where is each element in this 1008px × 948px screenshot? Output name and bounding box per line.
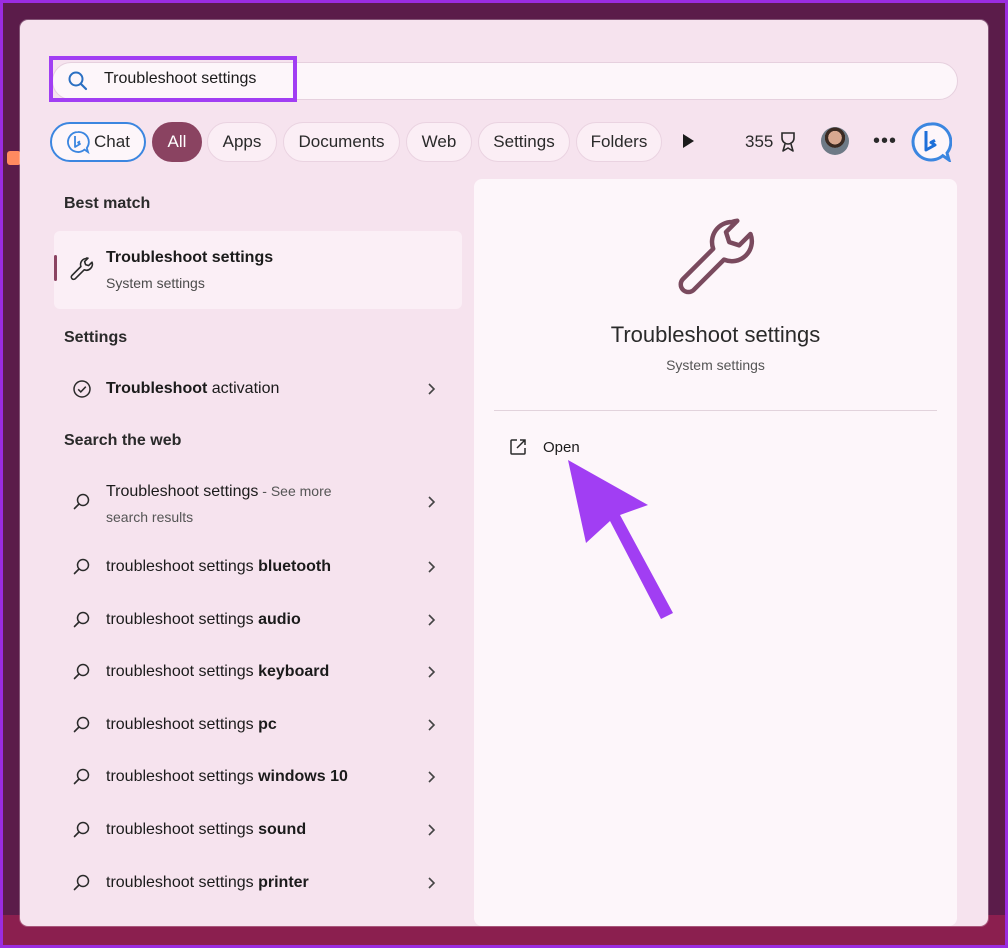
filter-apps-button[interactable]: Apps (207, 122, 277, 162)
web-suggestion-item[interactable]: troubleshoot settings bluetooth (54, 545, 462, 589)
open-action-button[interactable]: Open (543, 439, 580, 456)
filter-apps-label: Apps (222, 132, 262, 151)
web-suggestion-label: troubleshoot settings windows 10 (106, 768, 348, 785)
detail-title: Troubleshoot settings (610, 322, 821, 347)
search-icon (73, 663, 90, 680)
chevron-right-icon (428, 561, 436, 573)
web-suggestion-label: troubleshoot settings audio (106, 611, 301, 628)
rewards-points: 355 (745, 132, 774, 151)
bing-chat-icon (67, 131, 90, 154)
web-suggestion-label: troubleshoot settings bluetooth (106, 558, 331, 575)
best-match-heading: Best match (64, 195, 151, 212)
web-suggestion-label: troubleshoot settings printer (106, 874, 309, 891)
background-accent (7, 151, 21, 165)
web-suggestion-item[interactable]: troubleshoot settings printer (54, 861, 462, 905)
chevron-right-icon (428, 719, 436, 731)
search-icon (73, 611, 90, 628)
wrench-icon (70, 257, 94, 281)
web-suggestion-item[interactable]: troubleshoot settings windows 10 (54, 755, 462, 799)
filter-folders-button[interactable]: Folders (576, 122, 662, 162)
check-circle-icon (73, 380, 91, 398)
chevron-right-icon (428, 666, 436, 678)
best-match-title: Troubleshoot settings (106, 249, 274, 266)
filter-settings-label: Settings (493, 132, 555, 151)
web-suggestion-label: troubleshoot settings pc (106, 716, 277, 733)
search-icon (73, 821, 90, 838)
bing-icon[interactable] (910, 122, 952, 162)
more-options-icon[interactable]: ••• (873, 131, 897, 151)
filter-all-button[interactable]: All (152, 122, 202, 162)
trophy-icon[interactable] (778, 131, 798, 153)
settings-result-item[interactable]: Troubleshoot activation (54, 367, 462, 411)
web-suggestion-item[interactable]: troubleshoot settings sound (54, 808, 462, 852)
search-icon (73, 874, 90, 891)
chevron-right-icon (428, 496, 436, 508)
chevron-right-icon (428, 383, 436, 395)
web-suggestion-label: troubleshoot settings sound (106, 821, 307, 838)
filter-all-label: All (167, 132, 187, 151)
open-external-icon[interactable] (508, 437, 528, 457)
user-avatar[interactable] (821, 127, 849, 155)
web-result-sub: search results (106, 509, 194, 525)
best-match-item[interactable] (54, 231, 462, 309)
detail-divider (494, 410, 937, 411)
web-result-label: Troubleshoot settings - See more (106, 483, 332, 500)
filter-documents-button[interactable]: Documents (283, 122, 400, 162)
wrench-icon (678, 218, 755, 295)
best-match-subtitle: System settings (106, 275, 205, 291)
settings-result-label: Troubleshoot activation (106, 380, 280, 397)
search-icon (73, 493, 90, 510)
web-suggestion-item[interactable]: troubleshoot settings pc (54, 703, 462, 747)
filter-chat-button[interactable]: Chat (50, 122, 146, 162)
search-highlight-box (49, 56, 297, 102)
filter-documents-label: Documents (298, 132, 385, 151)
selection-indicator (54, 255, 57, 281)
annotation-arrow (568, 460, 673, 619)
web-suggestion-item[interactable]: troubleshoot settings keyboard (54, 650, 462, 694)
chevron-right-icon (428, 824, 436, 836)
filter-web-label: Web (421, 132, 457, 151)
settings-heading: Settings (64, 329, 128, 346)
filter-folders-label: Folders (590, 132, 648, 151)
search-icon (73, 768, 90, 785)
web-suggestion-item[interactable]: troubleshoot settings audio (54, 598, 462, 642)
filter-chat-label: Chat (94, 132, 130, 151)
play-more-filters-icon[interactable] (680, 132, 696, 150)
web-result-item[interactable]: Troubleshoot settings - See more search … (54, 470, 462, 530)
filter-settings-button[interactable]: Settings (478, 122, 570, 162)
search-web-heading: Search the web (64, 432, 182, 449)
filter-web-button[interactable]: Web (406, 122, 472, 162)
web-suggestion-label: troubleshoot settings keyboard (106, 663, 330, 680)
search-icon (73, 716, 90, 733)
search-icon (73, 558, 90, 575)
chevron-right-icon (428, 877, 436, 889)
chevron-right-icon (428, 614, 436, 626)
chevron-right-icon (428, 771, 436, 783)
detail-subtitle: System settings (666, 357, 765, 373)
